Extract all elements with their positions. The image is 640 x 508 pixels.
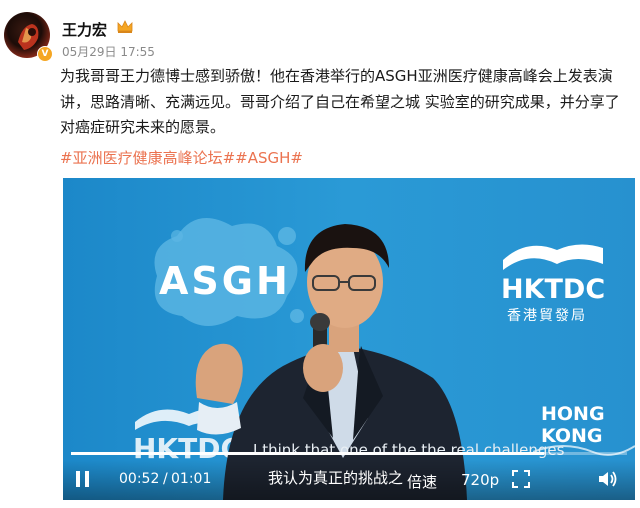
caption-chinese: 我认为真正的挑战之: [268, 469, 404, 487]
time-separator: /: [163, 471, 168, 487]
video-player[interactable]: ASGH HKTDC 香港貿發局 HKTDC HONG KONG I think…: [63, 178, 635, 500]
volume-icon[interactable]: [597, 469, 619, 489]
video-progress-fill: [71, 452, 544, 455]
hashtag-links[interactable]: #亚洲医疗健康高峰论坛##ASGH#: [60, 147, 303, 168]
username[interactable]: 王力宏: [62, 19, 107, 40]
quality-button[interactable]: 720p: [461, 471, 499, 489]
hktdc-logo-text: HKTDC: [501, 274, 605, 305]
caption-english: I think that one of the the real challen…: [253, 441, 565, 459]
hktdc-chinese-text: 香港貿發局: [507, 308, 587, 324]
post-text: 为我哥哥王力德博士感到骄傲！他在香港举行的ASGH亚洲医疗健康高峰会上发表演讲，…: [60, 67, 620, 136]
crown-icon: [117, 20, 133, 33]
current-time: 00:52: [119, 471, 160, 487]
hktdc-logo: HKTDC 香港貿發局: [501, 244, 605, 324]
hongkong-line1: HONG: [541, 403, 605, 425]
video-progress-bar[interactable]: [71, 452, 627, 455]
fullscreen-icon[interactable]: [511, 469, 531, 489]
post-timestamp[interactable]: 05月29日 17:55: [62, 43, 155, 60]
pause-icon[interactable]: [73, 469, 93, 489]
speed-button[interactable]: 倍速: [407, 471, 437, 492]
duration: 01:01: [171, 471, 212, 487]
verified-badge: V: [37, 46, 53, 62]
